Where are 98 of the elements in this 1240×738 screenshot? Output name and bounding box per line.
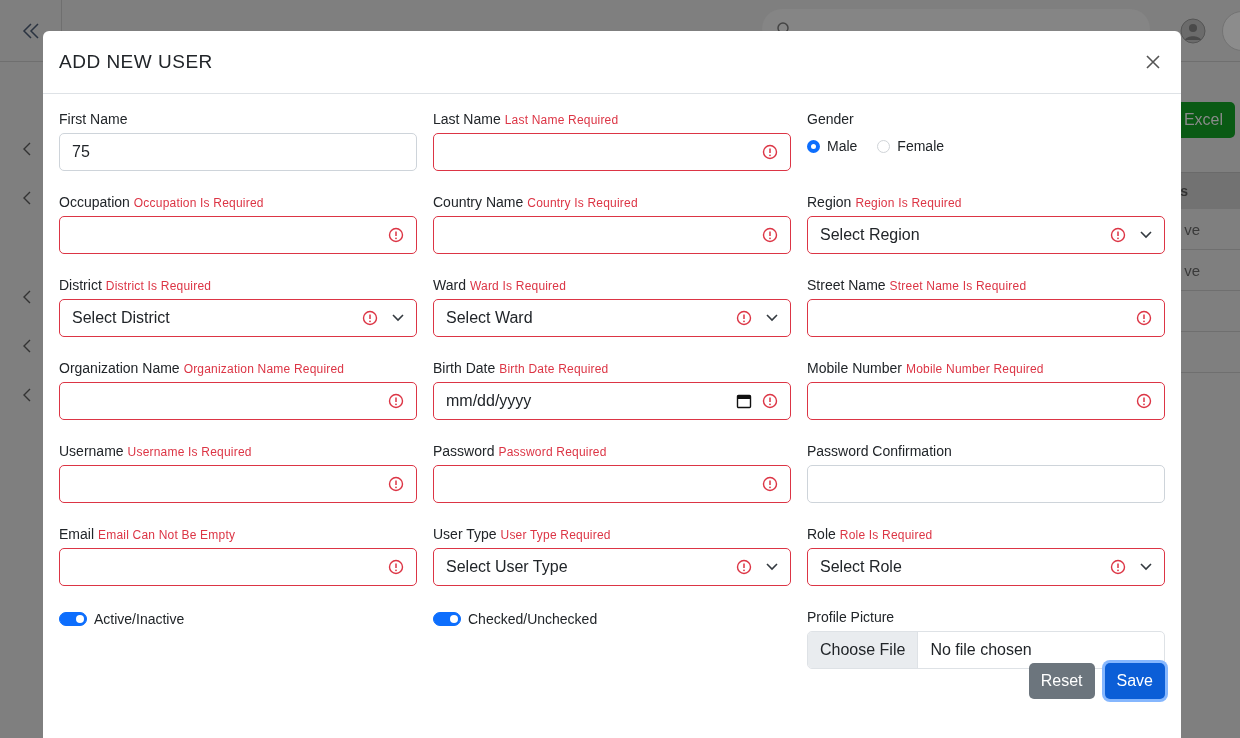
error-icon [1110, 559, 1126, 575]
caret-icon [1140, 563, 1152, 571]
error-message: Password Required [498, 445, 607, 459]
radio-label: Female [897, 138, 945, 154]
field-value: Select User Type [446, 558, 569, 576]
field-label: Ward [433, 277, 466, 293]
error-message: Occupation Is Required [133, 196, 264, 210]
field-value: Select Ward [446, 309, 534, 327]
field-label: Gender [807, 111, 854, 127]
caret-icon [392, 314, 404, 322]
field-label: Username [59, 443, 124, 459]
input-field[interactable] [807, 299, 1165, 337]
reset-button[interactable]: Reset [1028, 663, 1095, 699]
field-value: Select District [72, 309, 171, 327]
error-icon [736, 310, 752, 326]
error-icon [762, 393, 778, 409]
field-label: User Type [433, 526, 497, 542]
save-button[interactable]: Save [1104, 663, 1165, 699]
error-message: Ward Is Required [469, 279, 567, 293]
error-message: Country Is Required [527, 196, 638, 210]
input-field[interactable] [59, 382, 417, 420]
input-field[interactable] [433, 465, 791, 503]
toggle-switch[interactable] [433, 612, 461, 626]
switch-label: Checked/Unchecked [468, 611, 598, 627]
field-value: mm/dd/yyyy [446, 392, 533, 410]
chevron-left-icon [22, 191, 31, 205]
toggle-switch[interactable] [59, 612, 87, 626]
radio-button[interactable] [807, 139, 820, 153]
error-icon [736, 559, 752, 575]
error-icon [762, 227, 778, 243]
error-message: Birth Date Required [499, 362, 609, 376]
field-label: Street Name [807, 277, 886, 293]
close-icon [1145, 54, 1161, 70]
error-message: Organization Name Required [183, 362, 345, 376]
radio-label: Male [827, 138, 858, 154]
field-label: District [59, 277, 102, 293]
file-status: No file chosen [929, 641, 1032, 659]
field-label: Country Name [433, 194, 524, 210]
input-field[interactable]: 75 [59, 133, 417, 171]
switch-label: Active/Inactive [94, 611, 185, 627]
error-message: Region Is Required [855, 196, 962, 210]
chevron-left-icon [22, 290, 31, 304]
error-icon [762, 476, 778, 492]
error-icon [1136, 393, 1152, 409]
chevron-left-icon [22, 388, 31, 402]
select-field[interactable]: Select User Type [433, 548, 791, 586]
input-field[interactable] [807, 382, 1165, 420]
choose-file-button[interactable]: Choose File [808, 632, 919, 668]
error-icon [1136, 310, 1152, 326]
error-message: Street Name Is Required [889, 279, 1027, 293]
error-message: Username Is Required [127, 445, 252, 459]
error-icon [388, 476, 404, 492]
error-message: District Is Required [105, 279, 212, 293]
select-field[interactable]: Select Region [807, 216, 1165, 254]
select-field[interactable]: Select District [59, 299, 417, 337]
error-icon [388, 227, 404, 243]
field-label: Profile Picture [807, 609, 895, 625]
date-field[interactable]: mm/dd/yyyy [433, 382, 791, 420]
error-icon [762, 144, 778, 160]
double-chevron-icon [21, 21, 40, 40]
error-icon [362, 310, 378, 326]
field-label: Last Name [433, 111, 501, 127]
avatar-icon [1180, 17, 1206, 44]
field-label: Mobile Number [807, 360, 902, 376]
field-label: Organization Name [59, 360, 180, 376]
modal-title: ADD NEW USER [59, 51, 213, 73]
input-value: 75 [72, 143, 91, 161]
error-icon [1110, 227, 1126, 243]
chevron-left-icon [22, 339, 31, 353]
field-label: Password Confirmation [807, 443, 952, 459]
field-label: Region [807, 194, 852, 210]
error-message: Last Name Required [504, 113, 619, 127]
field-value: Select Role [820, 558, 903, 576]
caret-icon [766, 563, 778, 571]
error-message: User Type Required [500, 528, 611, 542]
error-message: Mobile Number Required [905, 362, 1044, 376]
select-field[interactable]: Select Ward [433, 299, 791, 337]
field-label: Email [59, 526, 94, 542]
error-message: Email Can Not Be Empty [98, 528, 236, 542]
chevron-left-icon [22, 142, 31, 156]
input-field[interactable] [59, 216, 417, 254]
calendar-icon [736, 393, 752, 409]
field-label: Birth Date [433, 360, 496, 376]
field-label: First Name [59, 111, 128, 127]
input-field[interactable] [59, 465, 417, 503]
field-label: Password [433, 443, 495, 459]
field-label: Role [807, 526, 836, 542]
field-value: Select Region [820, 226, 921, 244]
field-label: Occupation [59, 194, 130, 210]
select-field[interactable]: Select Role [807, 548, 1165, 586]
caret-icon [1140, 231, 1152, 239]
input-field[interactable] [433, 133, 791, 171]
input-field[interactable] [59, 548, 417, 586]
error-icon [388, 559, 404, 575]
input-field[interactable] [433, 216, 791, 254]
error-icon [388, 393, 404, 409]
caret-icon [766, 314, 778, 322]
error-message: Role Is Required [839, 528, 933, 542]
